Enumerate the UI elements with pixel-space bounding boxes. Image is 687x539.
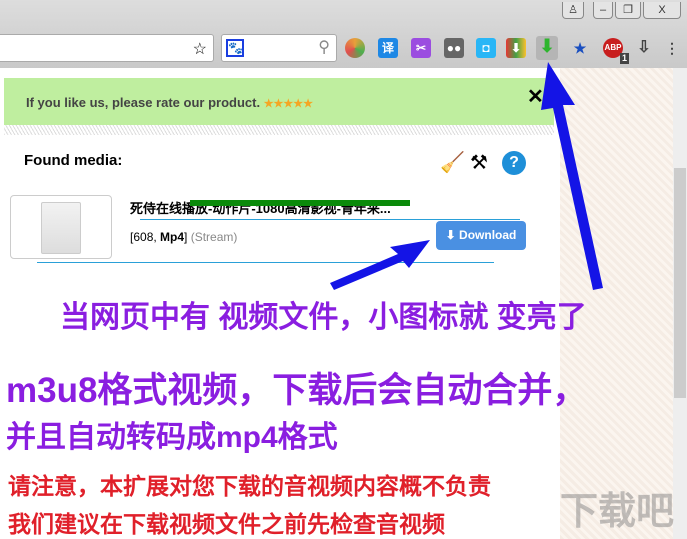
caption-4: 请注意，本扩展对您下载的音视频内容概不负责 xyxy=(8,473,491,499)
arrow-to-download xyxy=(330,240,430,290)
caption-1: 当网页中有 视频文件，小图标就 变亮了 xyxy=(60,301,587,334)
caption-2: m3u8格式视频，下载后会自动合并， xyxy=(6,371,588,410)
caption-3: 并且自动转码成mp4格式 xyxy=(6,421,338,454)
caption-5: 我们建议在下载视频文件之前先检查音视频 xyxy=(8,511,445,537)
arrow-to-icon xyxy=(541,62,603,290)
watermark-logo: 下载吧 xyxy=(560,491,675,533)
annotation-arrows xyxy=(330,62,603,290)
